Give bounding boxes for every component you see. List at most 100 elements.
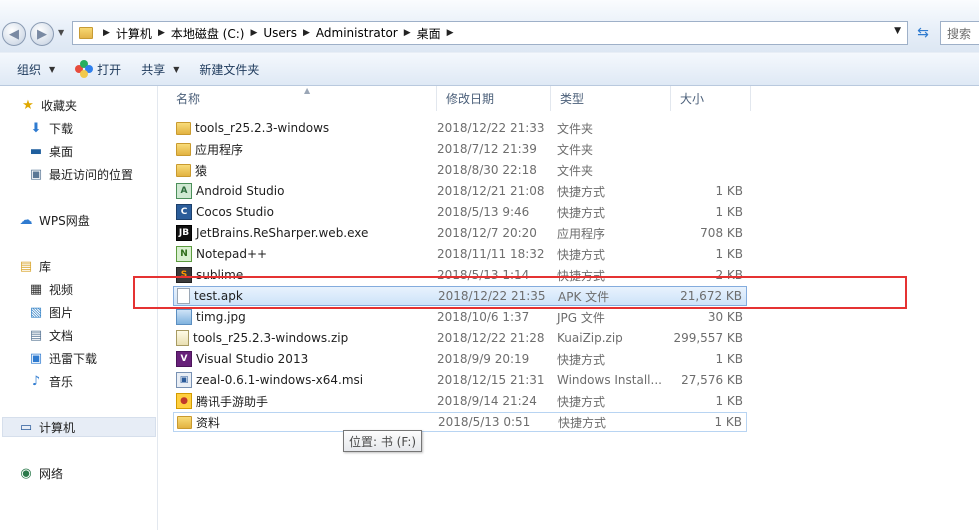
file-date: 2018/10/6 1:37 [437, 310, 530, 324]
nav-music[interactable]: ♪ 音乐 [28, 371, 73, 391]
file-row[interactable]: N Notepad++ 2018/11/11 18:32 快捷方式 1 KB [173, 244, 747, 264]
file-name: timg.jpg [176, 309, 246, 325]
file-date: 2018/11/11 18:32 [437, 247, 545, 261]
file-size: 708 KB [700, 226, 743, 240]
breadcrumb-separator-icon[interactable]: ▶ [250, 28, 257, 38]
file-date: 2018/12/22 21:35 [438, 289, 546, 303]
nav-recent-places[interactable]: ▣ 最近访问的位置 [28, 164, 133, 184]
breadcrumb-desktop[interactable]: 桌面 [417, 25, 441, 42]
breadcrumb-separator-icon[interactable]: ▶ [447, 28, 454, 38]
address-dropdown-icon[interactable]: ▼ [894, 26, 901, 36]
file-date: 2018/12/22 21:28 [437, 331, 545, 345]
file-row[interactable]: 猿 2018/8/30 22:18 文件夹 [173, 160, 747, 180]
file-name-text: Android Studio [196, 184, 285, 198]
open-label: 打开 [97, 62, 122, 77]
nav-videos[interactable]: ▦ 视频 [28, 279, 73, 299]
file-size: 30 KB [707, 310, 743, 324]
nav-desktop-label: 桌面 [49, 144, 74, 159]
file-row[interactable]: test.apk 2018/12/22 21:35 APK 文件 21,672 KB [173, 286, 747, 306]
file-size: 2 KB [715, 268, 743, 282]
breadcrumb-computer[interactable]: 计算机 [116, 25, 152, 42]
search-input[interactable] [947, 26, 979, 40]
visual-studio-icon: V [176, 351, 192, 367]
search-box[interactable] [940, 21, 979, 45]
nav-documents[interactable]: ▤ 文档 [28, 325, 73, 345]
network-icon: ◉ [20, 465, 32, 481]
nav-pictures[interactable]: ▧ 图片 [28, 302, 73, 322]
file-size: 1 KB [715, 247, 743, 261]
column-header-size[interactable]: 大小 [671, 86, 751, 111]
file-size: 299,557 KB [673, 331, 743, 345]
file-date: 2018/8/30 22:18 [437, 163, 537, 177]
file-size: 1 KB [715, 352, 743, 366]
file-row[interactable]: V Visual Studio 2013 2018/9/9 20:19 快捷方式 1 K… [173, 349, 747, 369]
new-folder-button[interactable]: 新建文件夹 [189, 53, 269, 85]
file-row[interactable]: tools_r25.2.3-windows 2018/12/22 21:33 文件夹 [173, 118, 747, 138]
file-name: V Visual Studio 2013 [176, 351, 308, 367]
address-bar-area: ◀ ▶ ▼ ▶ 计算机 ▶ 本地磁盘 (C:) ▶ Users ▶ Admini… [0, 0, 979, 52]
file-row[interactable]: JB JetBrains.ReSharper.web.exe 2018/12/7 2… [173, 223, 747, 243]
file-type: 文件夹 [557, 163, 594, 178]
file-type: 快捷方式 [557, 394, 606, 409]
breadcrumb-users[interactable]: Users [263, 26, 297, 40]
nav-videos-label: 视频 [49, 282, 74, 297]
nav-favorites-label: 收藏夹 [41, 98, 78, 113]
nav-xunlei-downloads[interactable]: ▣ 迅雷下载 [28, 348, 97, 368]
share-button[interactable]: 共享 ▼ [131, 53, 189, 85]
column-header-type[interactable]: 类型 [551, 86, 671, 111]
file-row[interactable]: Ssublime 2018/5/13 1:14 快捷方式 2 KB [173, 265, 747, 285]
breadcrumb-separator-icon[interactable]: ▶ [404, 28, 411, 38]
file-name: 猿 [176, 162, 207, 179]
file-row[interactable]: C Cocos Studio 2018/5/13 9:46 快捷方式 1 KB [173, 202, 747, 222]
nav-favorites[interactable]: ★ 收藏夹 [20, 95, 77, 115]
file-row[interactable]: ▣ zeal-0.6.1-windows-x64.msi 2018/12/15 21… [173, 370, 747, 390]
file-row[interactable]: A Android Studio 2018/12/21 21:08 快捷方式 1 KB [173, 181, 747, 201]
breadcrumb-separator-icon[interactable]: ▶ [303, 28, 310, 38]
breadcrumb-administrator[interactable]: Administrator [316, 26, 398, 40]
breadcrumb-local-disk[interactable]: 本地磁盘 (C:) [171, 25, 245, 42]
file-name: Ssublime [176, 267, 243, 283]
download-icon: ⬇ [30, 120, 42, 136]
location-tooltip: 位置: 书 (F:) [343, 430, 423, 452]
open-button[interactable]: 打开 [65, 53, 131, 85]
notepad-plus-plus-icon: N [176, 246, 192, 262]
file-size: 1 KB [714, 415, 742, 429]
folder-icon [176, 163, 191, 177]
file-row[interactable]: ● 腾讯手游助手 2018/9/14 21:24 快捷方式 1 KB [173, 391, 747, 411]
file-type: APK 文件 [558, 289, 610, 304]
file-row[interactable]: 应用程序 2018/7/12 21:39 文件夹 [173, 139, 747, 159]
back-button[interactable]: ◀ [2, 22, 26, 46]
file-name: JB JetBrains.ReSharper.web.exe [176, 225, 368, 241]
file-row[interactable]: tools_r25.2.3-windows.zip 2018/12/22 21:2… [173, 328, 747, 348]
library-icon: ▤ [19, 258, 33, 274]
nav-desktop[interactable]: ▬ 桌面 [28, 141, 73, 161]
nav-wps-label: WPS网盘 [39, 213, 90, 228]
nav-music-label: 音乐 [49, 374, 74, 389]
nav-network[interactable]: ◉ 网络 [18, 463, 63, 483]
file-date: 2018/5/13 0:51 [438, 415, 531, 429]
new-folder-label: 新建文件夹 [199, 62, 260, 77]
folder-icon [176, 142, 191, 156]
nav-libraries[interactable]: ▤ 库 [18, 256, 51, 276]
nav-computer[interactable]: ▭ 计算机 [18, 417, 75, 437]
nav-documents-label: 文档 [49, 328, 74, 343]
file-type: KuaiZip.zip [557, 331, 623, 345]
organize-button[interactable]: 组织 ▼ [0, 53, 65, 85]
column-header-name[interactable]: 名称 ▲ [167, 86, 437, 111]
forward-button[interactable]: ▶ [30, 22, 54, 46]
nav-downloads[interactable]: ⬇ 下载 [28, 118, 73, 138]
nav-wps-drive[interactable]: ☁ WPS网盘 [18, 210, 90, 230]
recent-pages-button[interactable]: ▼ [58, 28, 64, 37]
file-size: 1 KB [715, 394, 743, 408]
file-row[interactable]: 资料 2018/5/13 0:51 快捷方式 1 KB [173, 412, 747, 432]
file-name: tools_r25.2.3-windows.zip [176, 330, 348, 346]
file-row[interactable]: timg.jpg 2018/10/6 1:37 JPG 文件 30 KB [173, 307, 747, 327]
file-date: 2018/5/13 1:14 [437, 268, 530, 282]
breadcrumb-separator-icon[interactable]: ▶ [158, 28, 165, 38]
file-type: 文件夹 [557, 142, 594, 157]
column-header-date[interactable]: 修改日期 [437, 86, 551, 111]
breadcrumb[interactable]: ▶ 计算机 ▶ 本地磁盘 (C:) ▶ Users ▶ Administrato… [72, 21, 908, 45]
refresh-button[interactable]: ⇆ [912, 23, 934, 43]
file-name: ▣ zeal-0.6.1-windows-x64.msi [176, 372, 363, 388]
breadcrumb-separator-icon[interactable]: ▶ [103, 28, 110, 38]
